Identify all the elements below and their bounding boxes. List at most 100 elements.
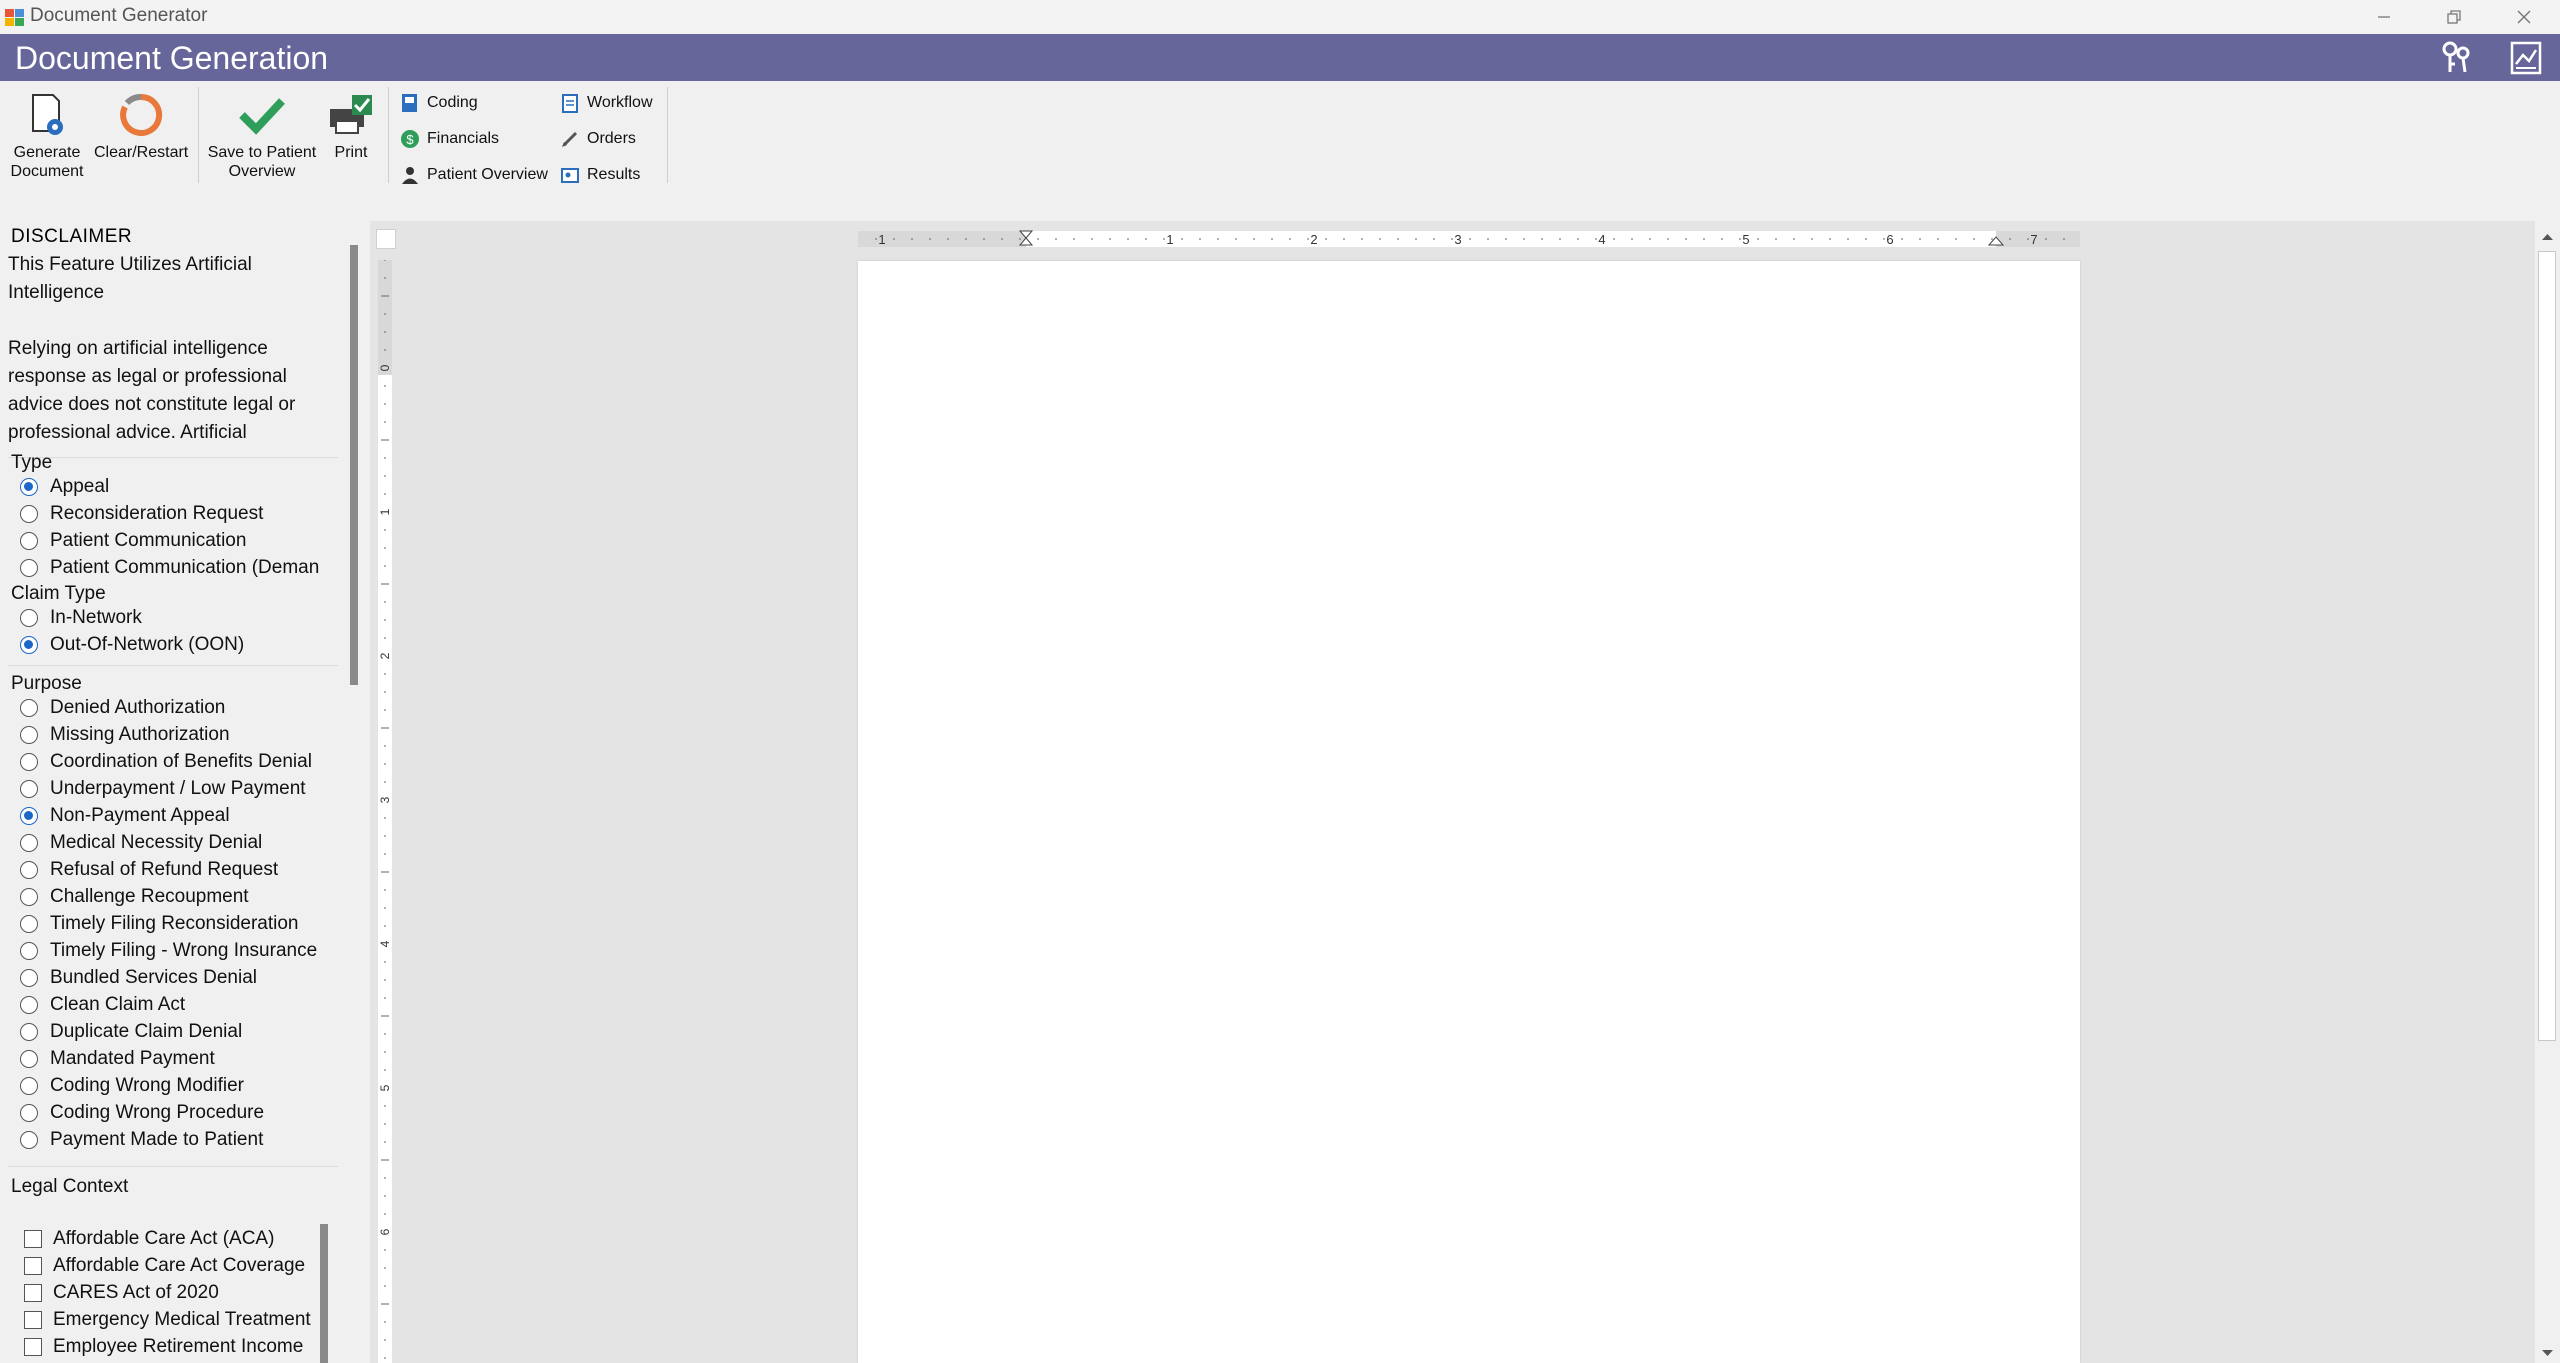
legal-context-option-label: Employee Retirement Income <box>53 1336 304 1357</box>
purpose-option[interactable]: Challenge Recoupment <box>20 884 342 910</box>
disclaimer-scrollbar[interactable] <box>350 245 358 685</box>
radio-icon[interactable] <box>20 699 38 717</box>
purpose-option[interactable]: Refusal of Refund Request <box>20 857 342 883</box>
document-scrollbar[interactable] <box>2535 221 2560 1363</box>
radio-selected-icon[interactable] <box>20 478 38 496</box>
purpose-option-label: Duplicate Claim Denial <box>50 1021 243 1042</box>
radio-icon[interactable] <box>20 559 38 577</box>
legal-context-option[interactable]: Affordable Care Act (ACA) <box>24 1226 314 1252</box>
print-button[interactable]: Print <box>322 91 380 162</box>
radio-icon[interactable] <box>20 505 38 523</box>
type-option[interactable]: Appeal <box>20 474 342 500</box>
minimize-button[interactable] <box>2349 0 2419 34</box>
claim-type-option[interactable]: In-Network <box>20 605 342 631</box>
tab-stop-selector[interactable] <box>376 229 396 249</box>
page-title: Document Generation <box>15 40 329 76</box>
purpose-option-label: Non-Payment Appeal <box>50 805 230 826</box>
radio-icon[interactable] <box>20 915 38 933</box>
radio-icon[interactable] <box>20 532 38 550</box>
purpose-option[interactable]: Bundled Services Denial <box>20 965 342 991</box>
radio-icon[interactable] <box>20 888 38 906</box>
type-option[interactable]: Reconsideration Request <box>20 501 342 527</box>
restore-button[interactable] <box>2419 0 2489 34</box>
checkbox-icon[interactable] <box>24 1338 42 1356</box>
purpose-option[interactable]: Duplicate Claim Denial <box>20 1019 342 1045</box>
purpose-option-label: Coding Wrong Procedure <box>50 1102 265 1123</box>
purpose-label: Purpose <box>11 673 82 694</box>
ribbon-toolbar: Generate Document Clear/Restart Save to … <box>0 81 2560 191</box>
radio-icon[interactable] <box>20 996 38 1014</box>
legal-context-option[interactable]: Affordable Care Act Coverage <box>24 1253 314 1279</box>
legal-context-option[interactable]: CARES Act of 2020 <box>24 1280 314 1306</box>
disclaimer-heading: DISCLAIMER <box>11 226 133 247</box>
radio-icon[interactable] <box>20 1131 38 1149</box>
radio-selected-icon[interactable] <box>20 807 38 825</box>
purpose-option[interactable]: Coding Wrong Procedure <box>20 1100 342 1126</box>
ruler-label: 6 <box>1886 232 1893 247</box>
save-to-patient-overview-button[interactable]: Save to Patient Overview <box>206 91 318 181</box>
scroll-down-icon[interactable] <box>2535 1343 2560 1363</box>
purpose-option[interactable]: Clean Claim Act <box>20 992 342 1018</box>
radio-icon[interactable] <box>20 1023 38 1041</box>
generate-document-button[interactable]: Generate Document <box>8 91 86 181</box>
checkbox-icon[interactable] <box>24 1311 42 1329</box>
type-option[interactable]: Patient Communication <box>20 528 342 554</box>
radio-icon[interactable] <box>20 1104 38 1122</box>
radio-icon[interactable] <box>20 942 38 960</box>
purpose-option-label: Denied Authorization <box>50 697 226 718</box>
radio-icon[interactable] <box>20 753 38 771</box>
report-chart-icon[interactable] <box>2508 40 2546 76</box>
legal-context-option-label: Affordable Care Act (ACA) <box>53 1228 275 1249</box>
checkbox-icon[interactable] <box>24 1230 42 1248</box>
orders-label: Orders <box>587 130 636 147</box>
purpose-option[interactable]: Coding Wrong Modifier <box>20 1073 342 1099</box>
legal-context-option[interactable]: Emergency Medical Treatment <box>24 1307 314 1333</box>
legal-context-option[interactable]: Employee Retirement Income <box>24 1334 314 1360</box>
purpose-option[interactable]: Coordination of Benefits Denial <box>20 749 342 775</box>
financials-link[interactable]: $ Financials <box>400 127 499 151</box>
toolbar-separator <box>667 87 668 183</box>
legal-context-scrollbar[interactable] <box>320 1224 328 1363</box>
radio-icon[interactable] <box>20 969 38 987</box>
radio-icon[interactable] <box>20 861 38 879</box>
purpose-option[interactable]: Mandated Payment <box>20 1046 342 1072</box>
vertical-ruler[interactable]: 0 1 2 3 4 5 6 <box>376 260 396 1363</box>
scroll-up-icon[interactable] <box>2535 227 2560 247</box>
purpose-option[interactable]: Denied Authorization <box>20 695 342 721</box>
legal-context-label: Legal Context <box>11 1176 129 1197</box>
purpose-option[interactable]: Timely Filing - Wrong Insurance <box>20 938 342 964</box>
horizontal-ruler[interactable]: 1 1 2 3 4 5 6 7 <box>858 229 2080 249</box>
orders-link[interactable]: Orders <box>560 127 636 151</box>
claim-type-option-label: In-Network <box>50 607 142 628</box>
purpose-option[interactable]: Non-Payment Appeal <box>20 803 342 829</box>
ruler-label: 6 <box>378 1228 392 1235</box>
keys-icon[interactable] <box>2438 40 2476 76</box>
radio-icon[interactable] <box>20 780 38 798</box>
document-page[interactable] <box>858 261 2080 1363</box>
scrollbar-thumb[interactable] <box>350 245 358 685</box>
radio-icon[interactable] <box>20 1050 38 1068</box>
radio-icon[interactable] <box>20 1077 38 1095</box>
coding-link[interactable]: Coding <box>400 91 478 115</box>
results-link[interactable]: Results <box>560 163 640 187</box>
checkbox-icon[interactable] <box>24 1284 42 1302</box>
purpose-option[interactable]: Timely Filing Reconsideration <box>20 911 342 937</box>
close-button[interactable] <box>2489 0 2559 34</box>
purpose-option[interactable]: Medical Necessity Denial <box>20 830 342 856</box>
clear-restart-button[interactable]: Clear/Restart <box>94 91 188 162</box>
workflow-link[interactable]: Workflow <box>560 91 653 115</box>
ruler-label: 3 <box>378 796 392 803</box>
radio-icon[interactable] <box>20 834 38 852</box>
checkbox-icon[interactable] <box>24 1257 42 1275</box>
radio-selected-icon[interactable] <box>20 636 38 654</box>
patient-icon <box>402 167 418 184</box>
type-option[interactable]: Patient Communication (Deman <box>20 555 342 581</box>
scrollbar-thumb[interactable] <box>2538 251 2556 1041</box>
radio-icon[interactable] <box>20 609 38 627</box>
radio-icon[interactable] <box>20 726 38 744</box>
purpose-option[interactable]: Underpayment / Low Payment <box>20 776 342 802</box>
purpose-option[interactable]: Payment Made to Patient <box>20 1127 342 1153</box>
patient-overview-link[interactable]: Patient Overview <box>400 163 548 187</box>
claim-type-option[interactable]: Out-Of-Network (OON) <box>20 632 342 658</box>
purpose-option[interactable]: Missing Authorization <box>20 722 342 748</box>
